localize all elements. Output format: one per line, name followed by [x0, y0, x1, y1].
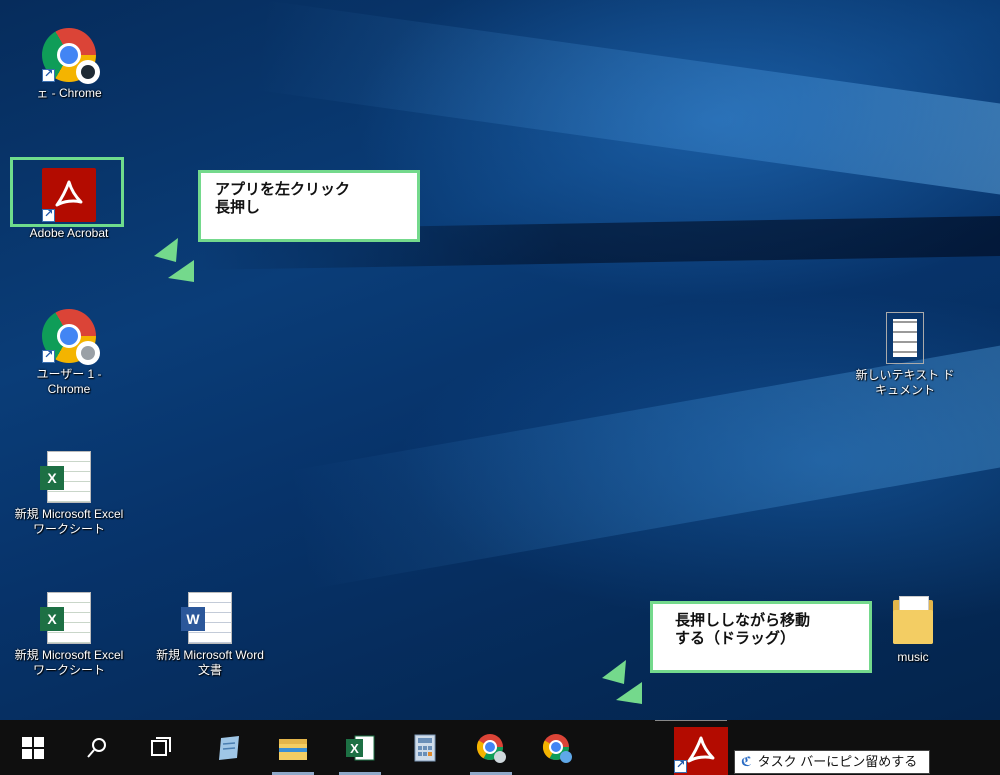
task-view-icon	[151, 736, 171, 756]
start-button[interactable]	[8, 720, 58, 775]
callout-text: アプリを左クリック 長押し	[215, 181, 351, 216]
folder-icon	[279, 738, 307, 760]
chrome-icon	[476, 733, 506, 763]
desktop-icon-label: 新規 Microsoft Excel ワークシート	[14, 648, 124, 677]
callout-pointer-icon	[602, 660, 642, 704]
chrome-icon	[542, 733, 572, 763]
desktop-icon-label: 新規 Microsoft Excel ワークシート	[14, 507, 124, 536]
desktop: ェ - Chrome Adobe Acrobat ユーザー 1 - Chrome…	[0, 0, 1000, 720]
callout-text: 長押ししながら移動 する（ドラッグ）	[675, 612, 811, 647]
taskbar-app-chrome[interactable]	[466, 720, 516, 775]
taskbar-app-calculator[interactable]	[400, 720, 450, 775]
desktop-icon-excel-worksheet[interactable]: X 新規 Microsoft Excel ワークシート	[14, 592, 124, 678]
svg-text:X: X	[350, 741, 359, 756]
text-file-icon	[886, 312, 924, 364]
desktop-icon-word-document[interactable]: W 新規 Microsoft Word 文書	[155, 592, 265, 678]
task-view-button[interactable]	[136, 720, 186, 775]
notepad-icon	[219, 735, 239, 760]
desktop-icon-chrome-user1[interactable]: ユーザー 1 - Chrome	[14, 309, 124, 397]
shortcut-arrow-icon	[42, 207, 55, 222]
desktop-icon-label: music	[897, 650, 929, 664]
taskbar-app-notepad[interactable]	[204, 720, 254, 775]
excel-file-icon: X	[40, 451, 91, 503]
desktop-icon-label: 新しいテキスト ドキュメント	[855, 368, 955, 397]
desktop-icon-text-document[interactable]: 新しいテキスト ドキュメント	[850, 312, 960, 398]
search-icon	[87, 737, 106, 758]
search-button[interactable]	[72, 720, 122, 775]
drag-indicator-line	[655, 720, 727, 721]
taskbar-app-file-explorer[interactable]	[268, 720, 318, 775]
acrobat-icon	[42, 168, 96, 222]
taskbar-app-chrome[interactable]	[532, 720, 582, 775]
calculator-icon	[414, 734, 436, 761]
desktop-icon-label: 新規 Microsoft Word 文書	[156, 648, 264, 677]
taskbar-app-excel[interactable]: X	[335, 720, 385, 775]
desktop-icon-label: ユーザー 1 - Chrome	[36, 367, 102, 396]
desktop-icon-music-folder[interactable]: music	[858, 596, 968, 665]
chrome-icon	[42, 309, 100, 365]
desktop-icon-excel-worksheet[interactable]: X 新規 Microsoft Excel ワークシート	[14, 451, 124, 537]
pin-icon: ℭ	[741, 754, 752, 769]
pin-tooltip-text: タスク バーにピン留めする	[757, 754, 918, 769]
shortcut-arrow-icon	[674, 758, 687, 773]
pin-to-taskbar-tooltip: ℭ タスク バーにピン留めする	[734, 750, 930, 774]
word-file-icon: W	[181, 592, 232, 644]
shortcut-arrow-icon	[42, 67, 55, 82]
chrome-icon	[42, 28, 100, 84]
folder-icon	[893, 596, 933, 646]
instruction-callout-step2: 長押ししながら移動 する（ドラッグ）	[650, 601, 872, 673]
instruction-callout-step1: アプリを左クリック 長押し	[198, 170, 420, 242]
desktop-icon-label: Adobe Acrobat	[29, 226, 109, 240]
shortcut-arrow-icon	[42, 348, 55, 363]
dragged-acrobat-icon[interactable]	[674, 727, 728, 775]
desktop-icon-chrome[interactable]: ェ - Chrome	[14, 28, 124, 101]
callout-pointer-icon	[154, 238, 194, 282]
windows-logo-icon	[22, 736, 44, 759]
desktop-icon-adobe-acrobat[interactable]: Adobe Acrobat	[14, 168, 124, 241]
desktop-icon-label: ェ - Chrome	[36, 86, 102, 100]
excel-icon: X	[346, 735, 375, 760]
acrobat-icon	[687, 736, 715, 763]
excel-file-icon: X	[40, 592, 91, 644]
